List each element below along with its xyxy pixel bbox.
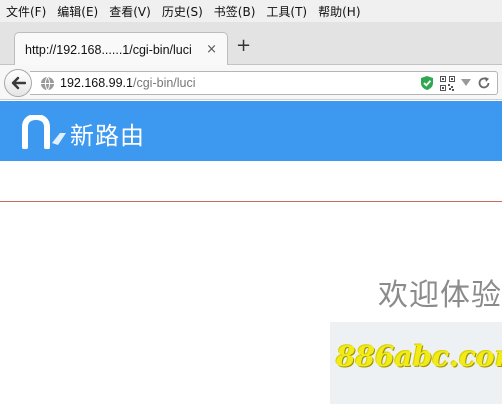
url-text: 192.168.99.1/cgi-bin/luci <box>60 76 196 90</box>
dropdown-arrow-icon[interactable] <box>461 79 471 87</box>
url-icons <box>414 75 491 91</box>
arrow-left-icon <box>11 76 26 90</box>
menu-edit[interactable]: 编辑(E) <box>57 3 98 20</box>
menu-tools[interactable]: 工具(T) <box>266 3 307 20</box>
menu-help[interactable]: 帮助(H) <box>318 3 360 20</box>
tab-strip: http://192.168......1/cgi-bin/luci × + <box>0 22 502 66</box>
new-tab-button[interactable]: + <box>236 37 251 55</box>
watermark-text: 886abc.com <box>336 340 502 373</box>
menu-bookmarks[interactable]: 书签(B) <box>214 3 256 20</box>
address-bar[interactable]: 192.168.99.1/cgi-bin/luci <box>30 71 498 95</box>
navigation-bar: 192.168.99.1/cgi-bin/luci <box>0 65 502 100</box>
qrcode-icon[interactable] <box>440 75 455 91</box>
separator-line <box>0 201 502 202</box>
menu-file[interactable]: 文件(F) <box>6 3 46 20</box>
globe-icon <box>40 76 55 90</box>
reload-icon[interactable] <box>477 76 491 90</box>
menu-bar: 文件(F) 编辑(E) 查看(V) 历史(S) 书签(B) 工具(T) 帮助(H… <box>0 0 502 22</box>
welcome-text: 欢迎体验 <box>378 278 502 313</box>
url-host: 192.168.99.1 <box>60 76 133 90</box>
close-icon[interactable]: × <box>206 42 217 57</box>
brand-name: 新路由 <box>70 122 145 150</box>
logo-icon[interactable] <box>22 115 68 149</box>
tab-current[interactable]: http://192.168......1/cgi-bin/luci × <box>14 32 228 66</box>
back-button[interactable] <box>4 69 32 97</box>
menu-history[interactable]: 历史(S) <box>162 3 203 20</box>
shield-icon[interactable] <box>420 75 434 91</box>
url-path: /cgi-bin/luci <box>133 76 196 90</box>
site-header: 新路由 <box>0 101 502 161</box>
menu-view[interactable]: 查看(V) <box>109 3 151 20</box>
watermark: 886abc.com <box>330 322 502 404</box>
tab-title: http://192.168......1/cgi-bin/luci <box>25 42 192 57</box>
